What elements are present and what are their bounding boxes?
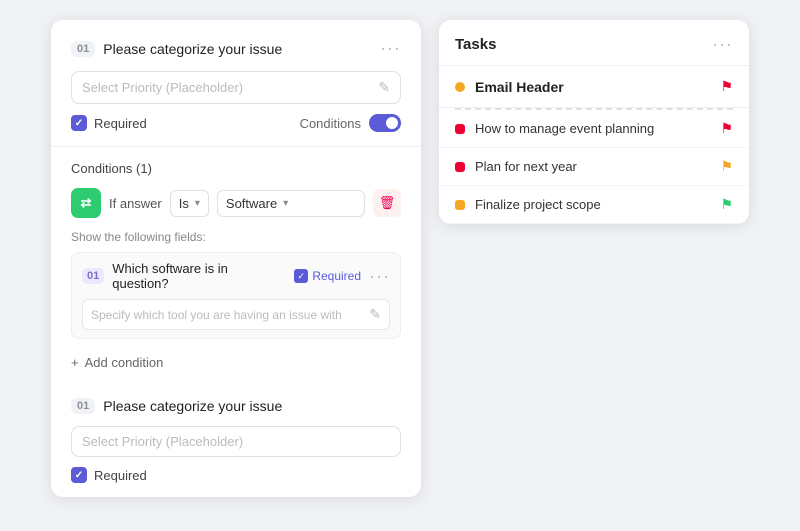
priority-placeholder-2: Select Priority (Placeholder): [82, 434, 390, 449]
tasks-panel: Tasks ··· Email Header ⚑ How to manage e…: [439, 20, 749, 224]
is-select[interactable]: Is ▾: [170, 190, 209, 217]
if-answer-label: If answer: [109, 196, 162, 211]
task-item-3[interactable]: Finalize project scope ⚑: [439, 186, 749, 224]
task-flag-3: ⚑: [720, 196, 733, 213]
section-2-header-left: 01 Please categorize your issue: [71, 398, 282, 414]
task-dot-3: [455, 200, 465, 210]
email-header-row[interactable]: Email Header ⚑: [439, 66, 749, 108]
priority-edit-icon[interactable]: ✎: [378, 79, 390, 96]
task-flag-2: ⚑: [720, 158, 733, 175]
section-2-header: 01 Please categorize your issue: [71, 398, 401, 414]
step-badge-1: 01: [71, 41, 95, 57]
step-badge-2: 01: [71, 398, 95, 414]
task-dot-1: [455, 124, 465, 134]
sub-required-badge: Required: [294, 269, 361, 283]
tasks-header: Tasks ···: [439, 20, 749, 66]
priority-input-row[interactable]: Select Priority (Placeholder) ✎: [71, 71, 401, 104]
required-left-2: Required: [71, 467, 147, 483]
delete-condition-button[interactable]: 🗑: [373, 189, 401, 217]
task-dot-2: [455, 162, 465, 172]
task-text-1: How to manage event planning: [475, 121, 710, 136]
delete-icon: 🗑: [379, 195, 396, 211]
conditions-row: Conditions: [300, 114, 401, 132]
sub-field-title: Which software is in question?: [112, 261, 286, 291]
conditions-block: Conditions (1) ⇄ If answer Is ▾ Software…: [51, 147, 421, 384]
task-text-2: Plan for next year: [475, 159, 710, 174]
required-checkbox-1[interactable]: [71, 115, 87, 131]
sub-field-header: 01 Which software is in question? Requir…: [82, 261, 390, 291]
tasks-menu-icon[interactable]: ···: [712, 34, 733, 55]
add-condition-label: Add condition: [85, 355, 164, 370]
required-label-1: Required: [94, 116, 147, 131]
section-1-menu-icon[interactable]: ···: [380, 38, 401, 59]
form-section-1: 01 Please categorize your issue ··· Sele…: [51, 20, 421, 147]
sub-required-checkbox[interactable]: [294, 269, 308, 283]
conditions-block-title: Conditions (1): [71, 161, 401, 176]
is-select-chevron: ▾: [195, 198, 200, 209]
plus-icon: +: [71, 355, 79, 370]
task-item-2[interactable]: Plan for next year ⚑: [439, 148, 749, 186]
conditions-toggle[interactable]: [369, 114, 401, 132]
required-row-2: Required: [71, 467, 401, 483]
task-text-3: Finalize project scope: [475, 197, 710, 212]
form-section-2: 01 Please categorize your issue Select P…: [51, 384, 421, 497]
priority-placeholder: Select Priority (Placeholder): [82, 80, 378, 95]
condition-icon-box: ⇄: [71, 188, 101, 218]
condition-row-1: ⇄ If answer Is ▾ Software ▾ 🗑: [71, 188, 401, 218]
sub-input-row[interactable]: Specify which tool you are having an iss…: [82, 299, 390, 330]
required-left-1: Required: [71, 115, 147, 131]
required-checkbox-2[interactable]: [71, 467, 87, 483]
is-select-value: Is: [179, 196, 189, 211]
form-panel: 01 Please categorize your issue ··· Sele…: [51, 20, 421, 497]
add-condition-button[interactable]: + Add condition: [71, 347, 401, 374]
sub-field-menu-icon[interactable]: ···: [369, 266, 390, 287]
section-1-header-left: 01 Please categorize your issue: [71, 41, 282, 57]
email-header-dot: [455, 82, 465, 92]
software-select[interactable]: Software ▾: [217, 190, 365, 217]
software-select-value: Software: [226, 196, 277, 211]
required-row-1: Required Conditions: [71, 114, 401, 132]
sub-field-row: 01 Which software is in question? Requir…: [71, 252, 401, 339]
task-flag-1: ⚑: [720, 120, 733, 137]
software-select-chevron: ▾: [283, 198, 288, 209]
section-2-title: Please categorize your issue: [103, 398, 282, 414]
email-header-title: Email Header: [475, 79, 710, 95]
sub-required-label: Required: [312, 269, 361, 283]
tasks-title: Tasks: [455, 36, 496, 53]
section-1-header: 01 Please categorize your issue ···: [71, 38, 401, 59]
show-fields-label: Show the following fields:: [71, 230, 401, 244]
task-item-1[interactable]: How to manage event planning ⚑: [439, 110, 749, 148]
main-content: 01 Please categorize your issue ··· Sele…: [0, 0, 800, 531]
conditions-text: Conditions: [300, 116, 361, 131]
condition-icon: ⇄: [81, 195, 92, 211]
sub-step-badge: 01: [82, 268, 104, 284]
required-label-2: Required: [94, 468, 147, 483]
email-header-flag-icon: ⚑: [720, 78, 733, 95]
sub-input-placeholder: Specify which tool you are having an iss…: [91, 308, 369, 322]
section-1-title: Please categorize your issue: [103, 41, 282, 57]
sub-edit-icon[interactable]: ✎: [369, 306, 381, 323]
priority-input-row-2[interactable]: Select Priority (Placeholder): [71, 426, 401, 457]
